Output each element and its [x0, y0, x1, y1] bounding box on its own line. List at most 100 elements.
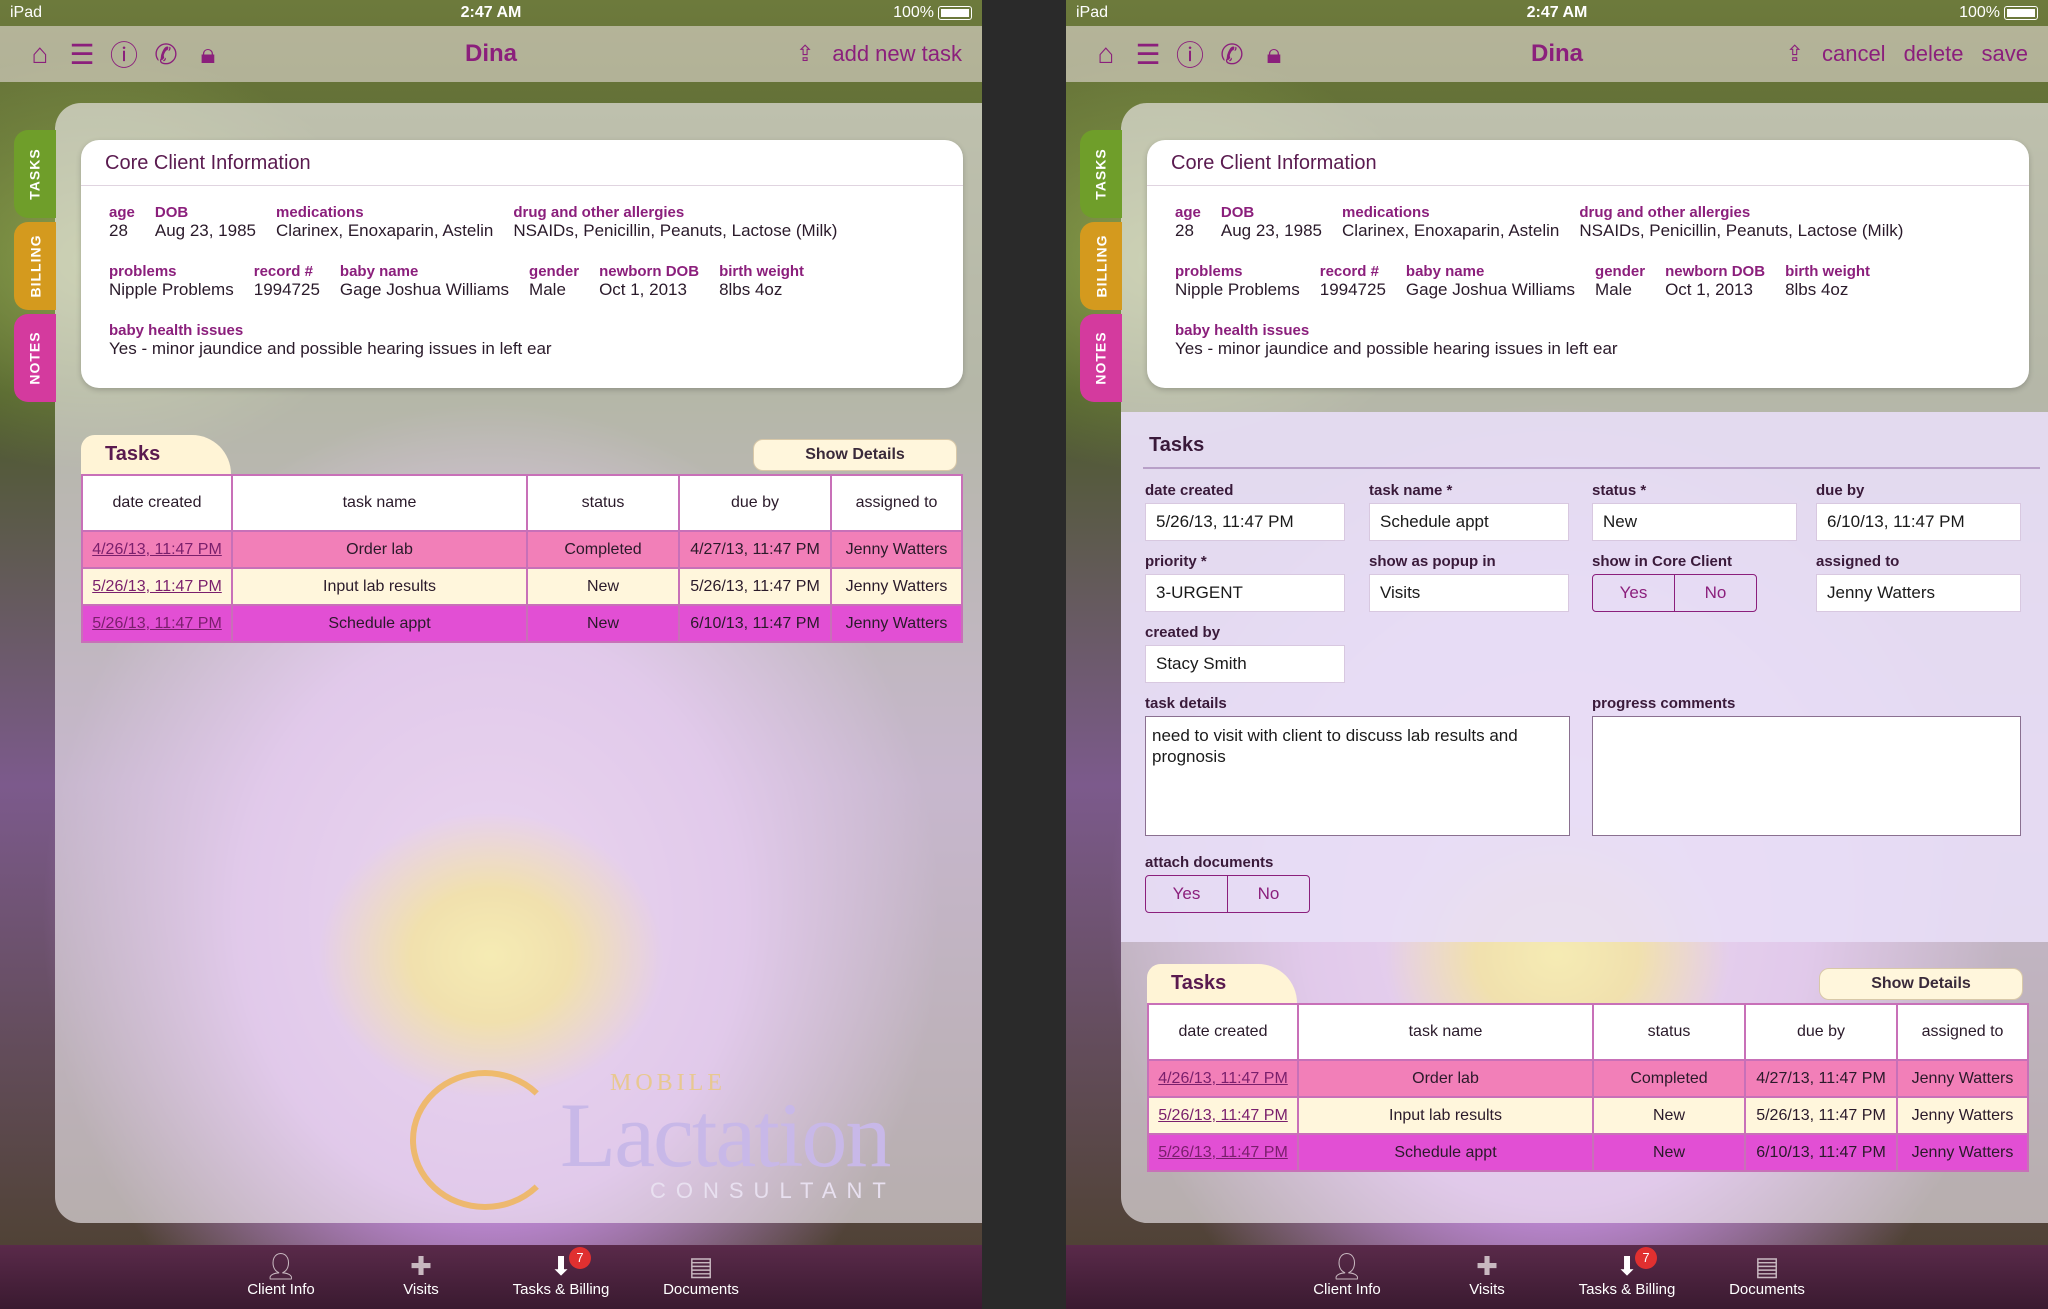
table-row[interactable]: 4/26/13, 11:47 PM Order lab Completed 4/27/… [81, 530, 963, 569]
task-edit-form: Tasks date created 5/26/13, 11:47 PM tas… [1121, 412, 2048, 942]
status-input[interactable]: New [1592, 503, 1797, 541]
attach-no[interactable]: No [1227, 876, 1309, 912]
show-details-button[interactable]: Show Details [1819, 968, 2023, 1000]
list-icon[interactable]: ☰ [1132, 38, 1164, 70]
info-icon[interactable]: ⓘ [1174, 38, 1206, 71]
priority-input[interactable]: 3-URGENT [1145, 574, 1345, 612]
attach-yes[interactable]: Yes [1146, 876, 1227, 912]
show-core-no[interactable]: No [1674, 575, 1756, 611]
bottom-tab-bar: 👤︎ Client Info ✚ Visits ⬇ 7 Tasks & Billing … [0, 1245, 982, 1309]
assigned-input[interactable]: Jenny Watters [1816, 574, 2021, 612]
show-details-button[interactable]: Show Details [753, 439, 957, 471]
client-name-title: Dina [464, 40, 517, 67]
medications-field: medications Clarinex, Enoxaparin, Astelin [276, 204, 494, 240]
table-row[interactable]: 5/26/13, 11:47 PM Input lab results New 5/2… [81, 567, 963, 606]
phone-icon[interactable]: ✆ [150, 38, 182, 70]
col-name[interactable]: task name [1297, 1003, 1594, 1061]
progress-textarea[interactable] [1592, 716, 2021, 836]
tab-billing[interactable]: BILLING [14, 222, 56, 310]
col-name[interactable]: task name [231, 474, 528, 532]
cabinet-icon: ▤ [688, 1251, 714, 1281]
tab-notes[interactable]: NOTES [1080, 314, 1122, 402]
add-new-task-button[interactable]: add new task [832, 41, 962, 67]
task-details-textarea[interactable]: need to visit with client to discuss lab… [1145, 716, 1570, 836]
tab-billing[interactable]: BILLING [1080, 222, 1122, 310]
baby-name-field: baby name Gage Joshua Williams [339, 263, 510, 299]
save-button[interactable]: save [1982, 41, 2028, 67]
device-label: iPad [10, 4, 43, 21]
bottom-tab-bar: 👤︎ Client Info ✚ Visits ⬇ 7 Tasks & Billing … [1066, 1245, 2048, 1309]
table-row[interactable]: 4/26/13, 11:47 PM Order lab Completed 4/27/… [1147, 1059, 2029, 1098]
table-row[interactable]: 5/26/13, 11:47 PM Schedule appt New 6/10/13… [81, 604, 963, 643]
baby-name-field: baby name Gage Joshua Williams [1405, 263, 1576, 299]
due-by-input[interactable]: 6/10/13, 11:47 PM [1816, 503, 2021, 541]
gender-field: gender Male [1595, 263, 1646, 299]
medications-field: medications Clarinex, Enoxaparin, Astelin [1342, 204, 1560, 240]
gender-field: gender Male [529, 263, 580, 299]
battery-status: 100% [651, 4, 973, 22]
record-field: record #1994725 [1319, 263, 1386, 299]
problems-field: problems Nipple Problems [109, 263, 234, 299]
tab-client-info[interactable]: 👤︎ Client Info [211, 1245, 351, 1309]
tasks-block: Tasks Show Details date created task nam… [1147, 964, 2029, 1172]
info-icon[interactable]: ⓘ [108, 38, 140, 71]
col-due[interactable]: due by [1744, 1003, 1898, 1061]
baby-health-field: baby health issues Yes - minor jaundice a… [109, 322, 552, 358]
lock-icon[interactable]: 🔒︎ [192, 38, 224, 70]
col-assigned[interactable]: assigned to [830, 474, 963, 532]
share-icon[interactable]: ⇪ [1786, 41, 1804, 67]
core-client-card: Core Client Information age 28 DOB Aug 23,… [1147, 140, 2029, 388]
table-row[interactable]: 5/26/13, 11:47 PM Input lab results New 5/2… [1147, 1096, 2029, 1135]
birth-weight-field: birth weight 8lbs 4oz [1785, 263, 1871, 299]
attach-toggle: Yes No [1145, 875, 1310, 913]
age-field: age 28 [109, 204, 135, 240]
tab-tasks[interactable]: TASKS [14, 130, 56, 218]
tab-tasks-billing[interactable]: ⬇ 7 Tasks & Billing [491, 1245, 631, 1309]
tab-tasks[interactable]: TASKS [1080, 130, 1122, 218]
tab-documents[interactable]: ▤ Documents [631, 1245, 771, 1309]
list-icon[interactable]: ☰ [66, 38, 98, 70]
device-label: iPad [1076, 4, 1109, 21]
delete-button[interactable]: delete [1904, 41, 1964, 67]
tab-tasks-billing[interactable]: ⬇ 7 Tasks & Billing [1557, 1245, 1697, 1309]
col-due[interactable]: due by [678, 474, 832, 532]
tasks-table: date created task name status due by ass… [81, 474, 963, 643]
home-icon[interactable]: ⌂ [1090, 38, 1122, 70]
due-by-field: due by 6/10/13, 11:47 PM [1816, 482, 2021, 541]
col-status[interactable]: status [1592, 1003, 1746, 1061]
side-tabs: TASKS BILLING NOTES [14, 130, 56, 406]
person-icon: 👤︎ [264, 1251, 298, 1281]
tasks-tab-label: Tasks [81, 435, 231, 474]
date-created-input[interactable]: 5/26/13, 11:47 PM [1145, 503, 1345, 541]
progress-field: progress comments [1592, 695, 2021, 836]
phone-icon[interactable]: ✆ [1216, 38, 1248, 70]
inbox-icon: ⬇ [1616, 1251, 1638, 1281]
cancel-button[interactable]: cancel [1822, 41, 1886, 67]
core-client-card: Core Client Information age 28 DOB Aug 23,… [81, 140, 963, 388]
col-date[interactable]: date created [81, 474, 233, 532]
task-details-field: task details need to visit with client t… [1145, 695, 1570, 836]
col-date[interactable]: date created [1147, 1003, 1299, 1061]
tab-client-info[interactable]: 👤︎ Client Info [1277, 1245, 1417, 1309]
app-logo: MOBILE Lactation CONSULTANT [410, 1060, 950, 1220]
table-row[interactable]: 5/26/13, 11:47 PM Schedule appt New 6/10/13… [1147, 1133, 2029, 1172]
priority-field: priority * 3-URGENT [1145, 553, 1345, 612]
task-name-input[interactable]: Schedule appt [1369, 503, 1569, 541]
show-core-yes[interactable]: Yes [1593, 575, 1674, 611]
tab-visits[interactable]: ✚ Visits [1417, 1245, 1557, 1309]
col-assigned[interactable]: assigned to [1896, 1003, 2029, 1061]
popup-input[interactable]: Visits [1369, 574, 1569, 612]
tab-notes[interactable]: NOTES [14, 314, 56, 402]
show-core-field: show in Core Client Yes No [1592, 553, 1757, 612]
form-title: Tasks [1149, 434, 1205, 456]
lock-icon[interactable]: 🔒︎ [1258, 38, 1290, 70]
core-title: Core Client Information [81, 140, 963, 186]
allergies-field: drug and other allergies NSAIDs, Penicill… [513, 204, 838, 240]
tab-documents[interactable]: ▤ Documents [1697, 1245, 1837, 1309]
col-status[interactable]: status [526, 474, 680, 532]
home-icon[interactable]: ⌂ [24, 38, 56, 70]
date-created-field: date created 5/26/13, 11:47 PM [1145, 482, 1345, 541]
tab-visits[interactable]: ✚ Visits [351, 1245, 491, 1309]
share-icon[interactable]: ⇪ [796, 41, 814, 67]
created-by-input[interactable]: Stacy Smith [1145, 645, 1345, 683]
